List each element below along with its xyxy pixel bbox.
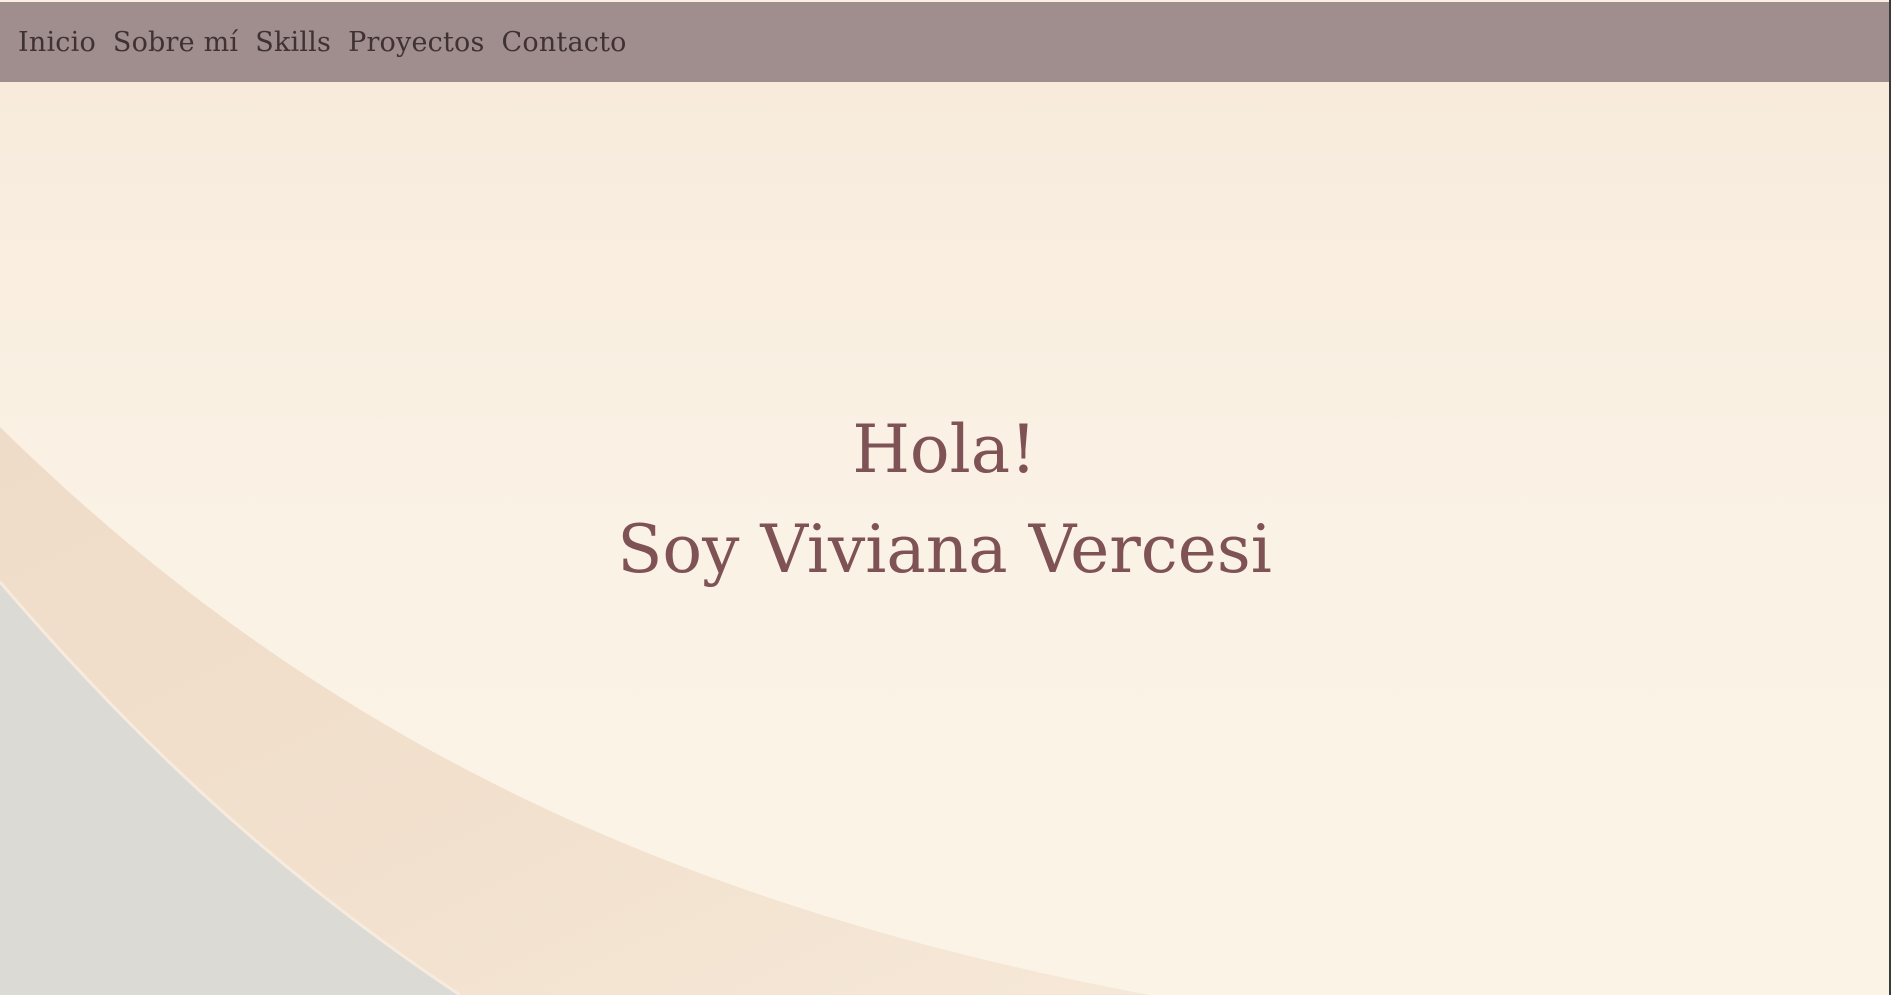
- nav-link-skills[interactable]: Skills: [255, 27, 331, 58]
- nav-link-proyectos[interactable]: Proyectos: [348, 27, 484, 58]
- browser-viewport: Inicio Sobre mí Skills Proyectos Contact…: [0, 0, 1891, 995]
- nav-link-inicio[interactable]: Inicio: [18, 27, 96, 58]
- top-navbar: Inicio Sobre mí Skills Proyectos Contact…: [0, 2, 1889, 82]
- hero-heading: Hola! Soy Viviana Vercesi: [0, 400, 1889, 600]
- nav-link-contacto[interactable]: Contacto: [502, 27, 627, 58]
- hero-intro: Soy Viviana Vercesi: [617, 511, 1272, 588]
- nav-link-sobre-mi[interactable]: Sobre mí: [113, 27, 238, 58]
- hero-greeting: Hola!: [852, 411, 1037, 488]
